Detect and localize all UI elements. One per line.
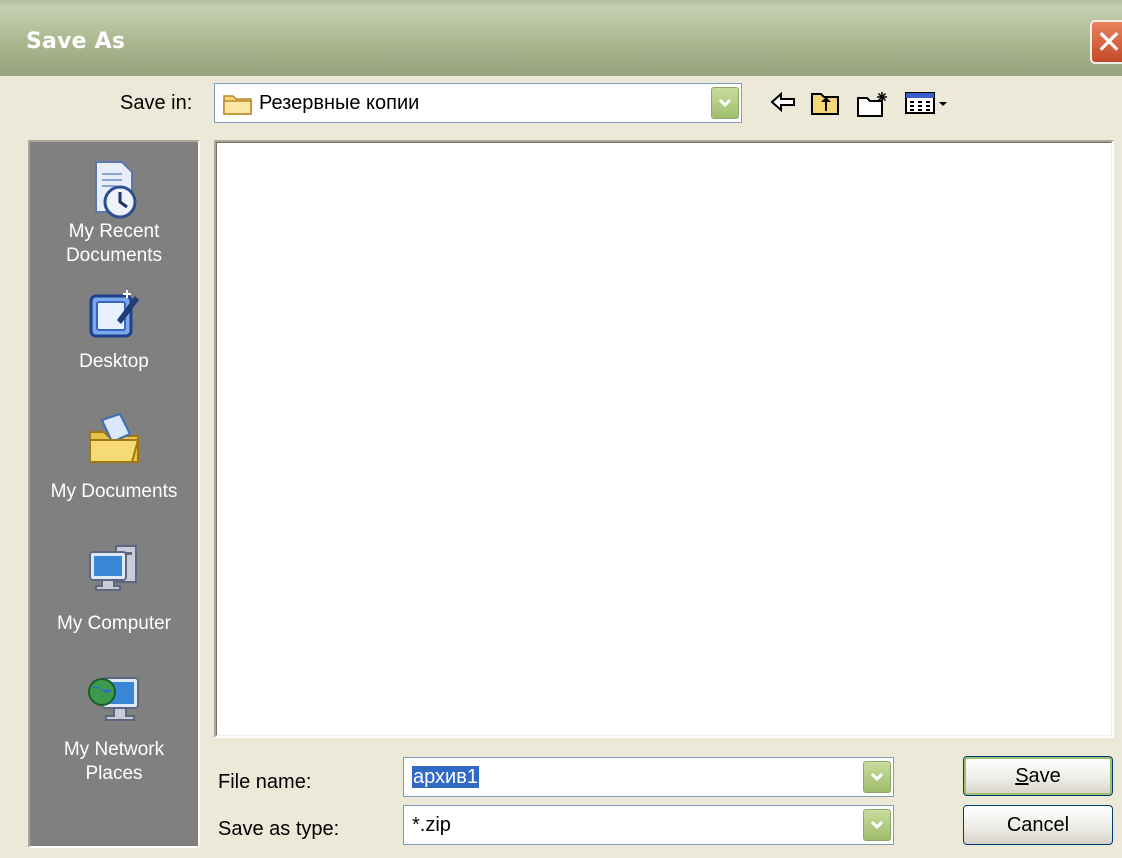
window-title: Save As: [26, 29, 126, 54]
place-my-computer[interactable]: My Computer: [30, 542, 198, 636]
place-my-documents[interactable]: My Documents: [30, 412, 198, 504]
place-label: Desktop: [79, 351, 149, 372]
file-name-field[interactable]: архив1: [403, 757, 894, 797]
folder-icon: [223, 95, 252, 115]
file-list[interactable]: [214, 140, 1114, 738]
my-computer-icon: [89, 545, 137, 591]
place-label: Documents: [65, 245, 163, 266]
save-as-type-dropdown-arrow[interactable]: [863, 809, 891, 841]
save-in-dropdown-arrow[interactable]: [711, 87, 739, 119]
place-desktop[interactable]: Desktop: [30, 290, 198, 374]
file-name-value: архив1: [412, 766, 479, 788]
chevron-down-icon: [718, 98, 732, 108]
save-button-accelerator: S: [1015, 764, 1029, 787]
save-button-label: ave: [1028, 764, 1061, 787]
place-label: My Documents: [50, 481, 178, 502]
save-in-dropdown[interactable]: Резервные копии: [214, 83, 742, 123]
views-menu-icon[interactable]: [904, 90, 950, 116]
chevron-down-icon: [870, 820, 884, 830]
new-folder-icon[interactable]: [856, 90, 890, 118]
my-documents-icon: [89, 412, 140, 463]
place-label: My Network: [63, 739, 165, 760]
save-button[interactable]: Save: [963, 756, 1113, 796]
up-one-level-icon[interactable]: [810, 90, 840, 116]
places-bar: My Recent Documents Desktop My Documents…: [28, 140, 200, 848]
recent-documents-icon: [95, 161, 137, 219]
place-label: My Computer: [56, 613, 172, 634]
close-button[interactable]: ✕: [1090, 20, 1122, 64]
place-label: Places: [85, 763, 143, 784]
save-as-type-dropdown[interactable]: *.zip: [403, 805, 894, 845]
cancel-button-label: Cancel: [1006, 813, 1070, 836]
cancel-button[interactable]: Cancel: [963, 805, 1113, 845]
file-name-label: File name:: [218, 771, 312, 793]
place-label: My Recent: [68, 221, 160, 242]
place-my-network-places[interactable]: My Network Places: [30, 672, 198, 786]
network-places-icon: [88, 677, 139, 721]
place-my-recent-documents[interactable]: My Recent Documents: [30, 160, 198, 268]
chevron-down-icon: [870, 772, 884, 782]
close-icon: ✕: [1095, 23, 1122, 61]
save-as-type-label: Save as type:: [218, 818, 340, 840]
file-list-area[interactable]: [216, 142, 1112, 736]
back-arrow-icon[interactable]: [770, 90, 796, 114]
save-as-type-value: *.zip: [412, 814, 451, 836]
title-bar[interactable]: Save As ✕: [0, 0, 1122, 76]
file-name-text: архив1: [412, 766, 479, 789]
file-name-dropdown-arrow[interactable]: [863, 761, 891, 793]
save-in-value: Резервные копии: [259, 92, 420, 114]
save-in-label: Save in:: [120, 92, 193, 114]
desktop-icon: [89, 290, 139, 338]
